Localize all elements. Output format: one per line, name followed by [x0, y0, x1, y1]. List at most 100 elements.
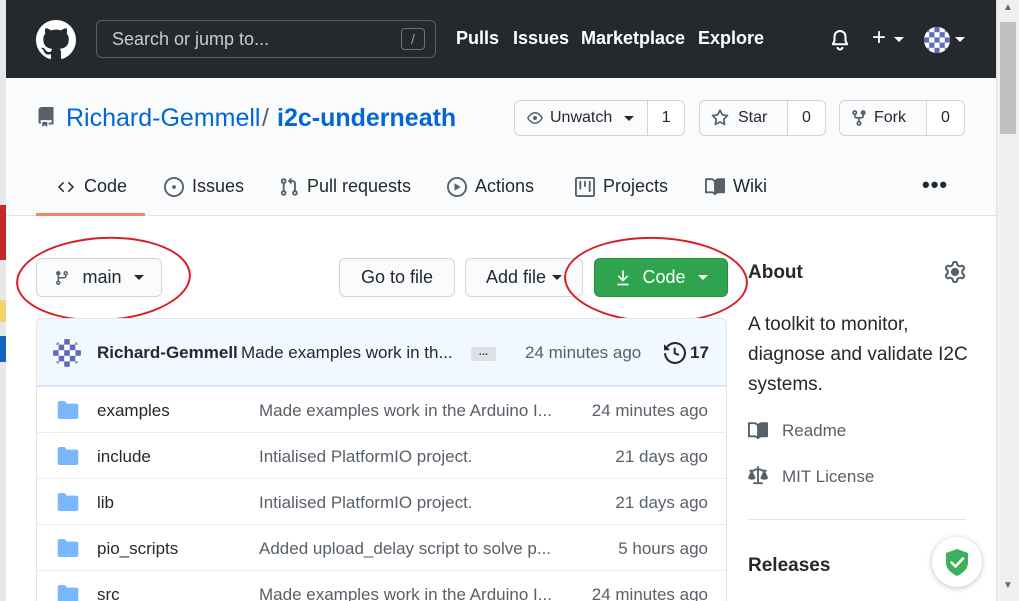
- commit-time[interactable]: 24 minutes ago: [525, 343, 641, 363]
- repo-icon: [38, 107, 54, 127]
- unwatch-label: Unwatch: [550, 109, 613, 126]
- tab-issues-label: Issues: [192, 176, 245, 196]
- file-commit-time: 24 minutes ago: [591, 401, 708, 420]
- fork-count[interactable]: 0: [927, 101, 964, 135]
- user-avatar[interactable]: [924, 27, 950, 53]
- scrollbar-thumb[interactable]: [1000, 22, 1016, 134]
- file-commit-message[interactable]: Intialised PlatformIO project.: [259, 447, 473, 467]
- gear-icon[interactable]: [944, 261, 966, 283]
- commit-expand-button[interactable]: ...: [471, 347, 496, 361]
- repo-header: Richard-Gemmell / i2c-underneath Unwatch…: [6, 78, 996, 216]
- star-button[interactable]: Star: [700, 101, 788, 135]
- file-name-link[interactable]: examples: [97, 401, 170, 421]
- github-logo-icon[interactable]: [36, 20, 76, 60]
- commit-message-link[interactable]: Made examples work in th...: [241, 343, 453, 363]
- history-icon[interactable]: [664, 342, 686, 364]
- releases-heading[interactable]: Releases: [748, 555, 830, 577]
- create-new-icon[interactable]: +: [872, 26, 886, 50]
- folder-icon: [57, 401, 79, 419]
- file-row[interactable]: pio_scripts Added upload_delay script to…: [37, 524, 726, 570]
- search-box[interactable]: /: [96, 20, 436, 58]
- nav-explore[interactable]: Explore: [698, 28, 764, 49]
- file-commit-message[interactable]: Added upload_delay script to solve p...: [259, 539, 551, 559]
- search-shortcut-key: /: [401, 28, 425, 50]
- play-icon: [447, 176, 467, 197]
- law-icon: [748, 466, 768, 485]
- about-heading: About: [748, 262, 803, 283]
- search-input[interactable]: [97, 21, 387, 57]
- tab-actions-label: Actions: [475, 176, 535, 196]
- shield-check-icon: [946, 549, 968, 576]
- annotation-circle-branch: [13, 232, 194, 326]
- issue-opened-icon: [164, 176, 184, 197]
- file-list: Richard-Gemmell Made examples work in th…: [36, 318, 727, 601]
- global-header: / Pulls Issues Marketplace Explore +: [6, 0, 996, 78]
- vertical-scrollbar[interactable]: ▲ ▼: [996, 0, 1019, 601]
- commit-count[interactable]: 17: [690, 343, 709, 363]
- file-row[interactable]: src Made examples work in the Arduino I.…: [37, 570, 726, 601]
- latest-commit-bar: Richard-Gemmell Made examples work in th…: [37, 319, 726, 386]
- file-name-link[interactable]: pio_scripts: [97, 539, 178, 559]
- unwatch-button[interactable]: Unwatch: [515, 101, 649, 135]
- repo-path-separator: /: [262, 104, 269, 132]
- commit-author-avatar[interactable]: [53, 339, 81, 367]
- file-row[interactable]: lib Intialised PlatformIO project. 21 da…: [37, 478, 726, 524]
- project-icon: [575, 176, 595, 197]
- bell-icon[interactable]: [828, 28, 852, 52]
- tab-projects[interactable]: Projects: [575, 176, 668, 197]
- chevron-down-icon: [624, 115, 635, 121]
- more-tabs-button[interactable]: •••: [922, 172, 948, 198]
- pull-request-icon: [280, 177, 298, 196]
- chevron-down-icon: [552, 275, 563, 280]
- sidebar-divider: [748, 519, 966, 520]
- scroll-up-arrow-icon[interactable]: ▲: [997, 2, 1019, 18]
- nav-issues[interactable]: Issues: [513, 28, 569, 49]
- star-label: Star: [738, 109, 768, 126]
- file-name-link[interactable]: lib: [97, 493, 114, 513]
- file-commit-time: 21 days ago: [615, 447, 708, 466]
- book-icon: [748, 422, 768, 440]
- go-to-file-button[interactable]: Go to file: [339, 258, 455, 297]
- file-row[interactable]: examples Made examples work in the Ardui…: [37, 386, 726, 432]
- fork-button[interactable]: Fork: [840, 101, 927, 135]
- repo-name-link[interactable]: i2c-underneath: [277, 104, 456, 133]
- file-commit-time: 21 days ago: [615, 493, 708, 512]
- folder-icon: [57, 493, 79, 511]
- file-row[interactable]: include Intialised PlatformIO project. 2…: [37, 432, 726, 478]
- star-button-group: Star 0: [699, 100, 826, 136]
- watch-button-group: Unwatch 1: [514, 100, 685, 136]
- commit-author-link[interactable]: Richard-Gemmell: [97, 343, 238, 363]
- readme-link[interactable]: Readme: [782, 421, 846, 441]
- active-tab-indicator: [36, 213, 145, 216]
- fork-label: Fork: [874, 109, 906, 126]
- fork-button-group: Fork 0: [839, 100, 965, 136]
- tab-actions[interactable]: Actions: [447, 176, 534, 197]
- tab-code[interactable]: Code: [56, 176, 127, 197]
- file-commit-message[interactable]: Intialised PlatformIO project.: [259, 493, 473, 513]
- tab-pull-requests-label: Pull requests: [307, 176, 412, 196]
- tab-projects-label: Projects: [603, 176, 669, 196]
- folder-icon: [57, 585, 79, 601]
- file-commit-time: 24 minutes ago: [591, 585, 708, 601]
- go-to-file-label: Go to file: [360, 267, 434, 287]
- star-icon: [711, 109, 729, 126]
- star-count[interactable]: 0: [788, 101, 825, 135]
- file-name-link[interactable]: src: [97, 585, 120, 601]
- license-link[interactable]: MIT License: [782, 467, 874, 487]
- file-commit-message[interactable]: Made examples work in the Arduino I...: [259, 585, 552, 601]
- file-commit-time: 5 hours ago: [618, 539, 708, 558]
- repo-owner-link[interactable]: Richard-Gemmell: [66, 104, 260, 133]
- file-name-link[interactable]: include: [97, 447, 151, 467]
- file-commit-message[interactable]: Made examples work in the Arduino I...: [259, 401, 552, 421]
- eye-icon: [527, 112, 543, 124]
- scroll-down-arrow-icon[interactable]: ▼: [997, 580, 1019, 596]
- chevron-down-icon: [955, 37, 965, 42]
- security-extension-badge[interactable]: [932, 537, 982, 587]
- folder-icon: [57, 447, 79, 465]
- tab-pull-requests[interactable]: Pull requests: [279, 176, 411, 197]
- nav-pulls[interactable]: Pulls: [456, 28, 499, 49]
- nav-marketplace[interactable]: Marketplace: [581, 28, 685, 49]
- watch-count[interactable]: 1: [648, 101, 684, 135]
- tab-wiki[interactable]: Wiki: [705, 176, 767, 197]
- tab-issues[interactable]: Issues: [164, 176, 244, 197]
